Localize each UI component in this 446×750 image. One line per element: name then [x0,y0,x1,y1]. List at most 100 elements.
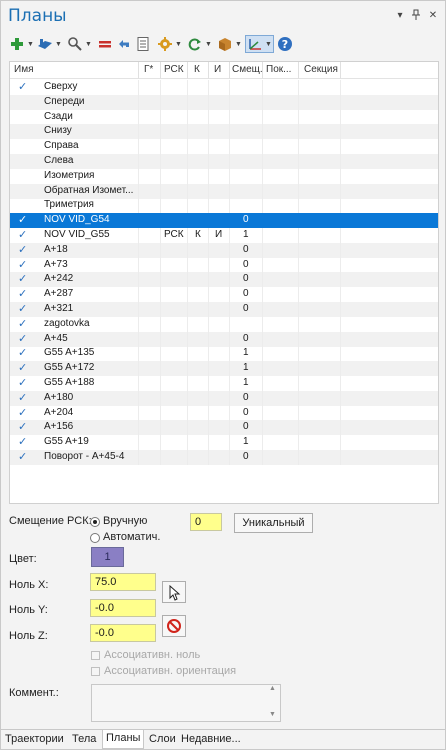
axes-icon[interactable]: ▼ [245,35,274,53]
visibility-check-icon[interactable]: ✓ [18,346,27,359]
color-swatch[interactable]: 1 [91,547,124,567]
table-row[interactable]: Обратная Изомет... [10,183,438,199]
visibility-check-icon[interactable]: ✓ [18,317,27,330]
column-header-rsk[interactable]: РСК [164,64,184,75]
visibility-check-icon[interactable]: ✓ [18,80,27,93]
close-icon[interactable]: ✕ [426,9,440,23]
pin-icon[interactable] [409,9,423,23]
column-header-i[interactable]: И [214,64,221,75]
table-row[interactable]: ✓ A+45 0 [10,331,438,347]
list-icon[interactable] [135,35,151,53]
undo-icon[interactable] [116,35,132,53]
tab-bodies[interactable]: Тела [72,733,96,745]
row-offset: 1 [243,436,249,448]
visibility-check-icon[interactable]: ✓ [18,450,27,463]
reset-zero-button[interactable] [162,615,186,637]
table-row[interactable]: Спереди [10,94,438,110]
table-row[interactable]: Триметрия [10,198,438,214]
tab-recent[interactable]: Недавние... [181,733,241,745]
table-row[interactable]: ✓ NOV VID_G55 РСК К И 1 [10,228,438,243]
comment-field[interactable] [91,684,281,722]
visibility-check-icon[interactable]: ✓ [18,287,27,300]
visibility-check-icon[interactable]: ✓ [18,376,27,389]
visibility-check-icon[interactable]: ✓ [18,258,27,271]
row-offset: 0 [243,258,249,270]
pick-point-button[interactable] [162,581,186,603]
visibility-check-icon[interactable]: ✓ [18,302,27,315]
assoc-zero-label: Ассоциативн. ноль [104,649,201,661]
table-row[interactable]: ✓ A+180 0 [10,390,438,406]
zero-x-field[interactable]: 75.0 [90,573,156,591]
visibility-check-icon[interactable]: ✓ [18,272,27,285]
column-header-name[interactable]: Имя [14,64,33,75]
table-row[interactable]: ✓ zagotovka [10,316,438,332]
assoc-orient-checkbox[interactable] [91,667,100,676]
table-row[interactable]: ✓ A+204 0 [10,405,438,421]
table-row[interactable]: ✓ G55 A+172 1 [10,361,438,377]
table-row[interactable]: ✓ NOV VID_G54 0 [10,213,438,229]
scroll-up-icon[interactable]: ▲ [269,685,276,692]
help-icon[interactable]: ? [277,35,293,53]
visibility-check-icon[interactable]: ✓ [18,435,27,448]
offset-value-field[interactable]: 0 [190,513,222,531]
auto-radio[interactable] [90,533,100,543]
visibility-check-icon[interactable]: ✓ [18,361,27,374]
cube-icon[interactable]: ▼ [217,35,242,53]
row-offset: 0 [243,214,249,226]
table-row[interactable]: ✓ A+156 0 [10,420,438,436]
manual-radio-label[interactable]: Вручную [103,515,147,527]
table-row[interactable]: Сзади [10,109,438,125]
table-row[interactable]: Справа [10,139,438,155]
tab-toolpaths[interactable]: Траектории [5,733,64,745]
visibility-check-icon[interactable]: ✓ [18,391,27,404]
table-row[interactable]: ✓ A+242 0 [10,272,438,288]
table-row[interactable]: ✓ Сверху [10,80,438,95]
table-row[interactable]: ✓ G55 A+135 1 [10,346,438,362]
column-header-section[interactable]: Секция [304,64,338,75]
manual-radio[interactable] [90,517,100,527]
gear-icon[interactable]: ▼ [157,35,182,53]
add-icon[interactable]: ▼ [9,35,34,53]
visibility-check-icon[interactable]: ✓ [18,213,27,226]
auto-radio-label[interactable]: Автоматич. [103,531,160,543]
table-row[interactable]: Изометрия [10,168,438,184]
plane-icon[interactable]: ▼ [37,35,62,53]
assoc-zero-checkbox[interactable] [91,651,100,660]
table-row[interactable]: ✓ A+321 0 [10,302,438,317]
row-rsk: РСК [164,229,184,240]
row-name: A+204 [44,406,74,418]
visibility-check-icon[interactable]: ✓ [18,420,27,433]
column-header-g[interactable]: Г* [144,64,153,75]
equal-icon[interactable] [97,35,113,53]
zero-z-field[interactable]: -0.0 [90,624,156,642]
table-row[interactable]: ✓ Поворот - A+45-4 0 [10,450,438,465]
visibility-check-icon[interactable]: ✓ [18,406,27,419]
row-name: Спереди [44,95,85,107]
unique-button[interactable]: Уникальный [234,513,313,533]
tab-planes[interactable]: Планы [102,730,145,749]
menu-dropdown-icon[interactable]: ▾ [393,9,407,23]
visibility-check-icon[interactable]: ✓ [18,332,27,345]
prohibit-icon [167,619,181,633]
column-header-pok[interactable]: Пок... [266,64,291,75]
table-row[interactable]: Снизу [10,124,438,140]
zero-y-label: Ноль Y: [9,604,48,616]
table-row[interactable]: ✓ G55 A+19 1 [10,435,438,451]
tab-layers[interactable]: Слои [149,733,176,745]
visibility-check-icon[interactable]: ✓ [18,243,27,256]
row-k: К [195,229,201,240]
table-row[interactable]: ✓ A+18 0 [10,242,438,258]
table-row[interactable]: ✓ A+73 0 [10,257,438,273]
table-row[interactable]: ✓ A+287 0 [10,287,438,303]
table-row[interactable]: ✓ G55 A+188 1 [10,376,438,391]
zero-y-field[interactable]: -0.0 [90,599,156,617]
column-header-k[interactable]: К [194,64,200,75]
bottom-tabs: Траектории Тела Планы Слои Недавние... [1,729,445,749]
zoom-icon[interactable]: ▼ [67,35,92,53]
column-header-offset[interactable]: Смещ. [232,64,263,75]
refresh-icon[interactable]: ▼ [187,35,212,53]
visibility-check-icon[interactable]: ✓ [18,228,27,241]
row-name: Триметрия [44,199,94,211]
table-row[interactable]: Слева [10,154,438,169]
scroll-down-icon[interactable]: ▼ [269,711,276,718]
